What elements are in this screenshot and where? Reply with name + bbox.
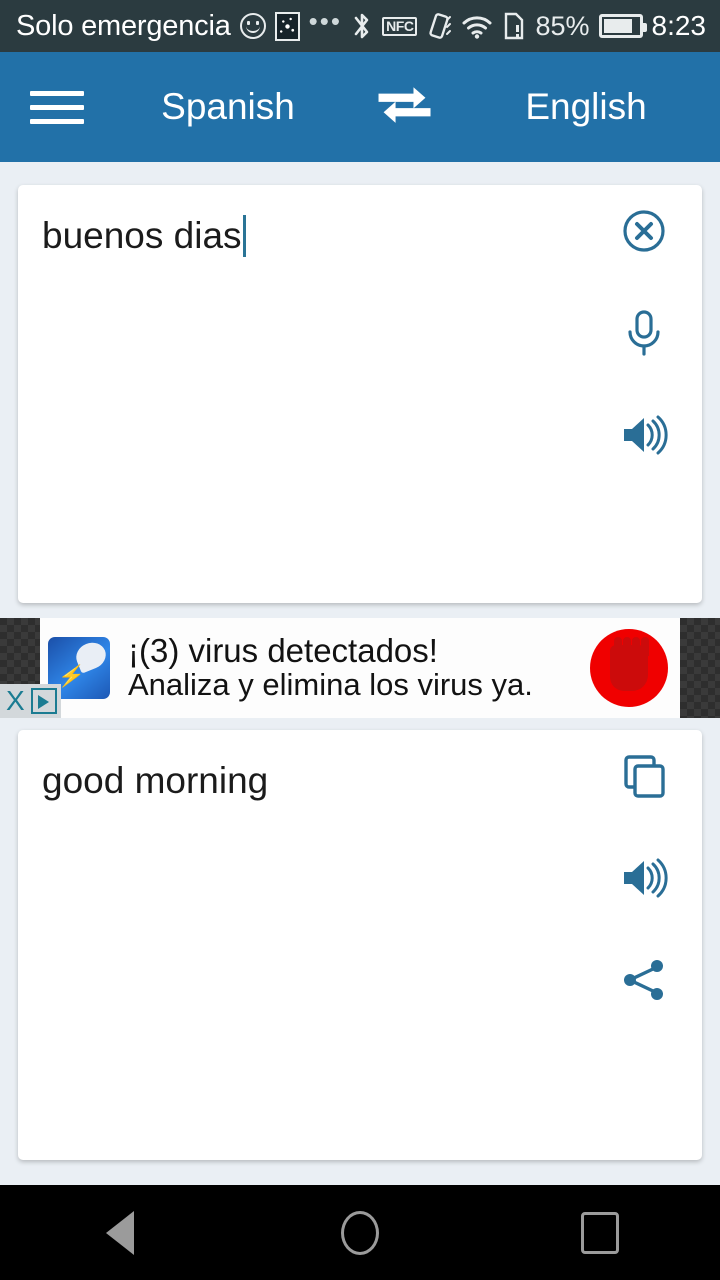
translation-text: good morning — [42, 760, 269, 801]
ad-choices-bar[interactable]: X — [0, 684, 61, 718]
battery-icon — [598, 14, 647, 38]
microphone-icon[interactable] — [614, 303, 674, 363]
nav-back-button[interactable] — [60, 1185, 180, 1280]
result-actions — [606, 746, 682, 1010]
copy-icon[interactable] — [614, 746, 674, 806]
nav-home-button[interactable] — [300, 1185, 420, 1280]
ad-edge-right — [680, 618, 720, 718]
target-language-button[interactable]: English — [452, 86, 720, 128]
clock-label: 8:23 — [651, 10, 707, 41]
speaker-icon[interactable] — [614, 848, 674, 908]
smiley-icon — [239, 13, 266, 39]
status-bar: Solo emergencia ••• NFC 85% 8:23 — [0, 0, 720, 52]
share-icon[interactable] — [614, 950, 674, 1010]
vibrate-icon — [426, 11, 452, 41]
wifi-icon — [461, 12, 493, 40]
ad-banner[interactable]: ⚡ ¡(3) virus detectados! Analiza y elimi… — [0, 618, 720, 718]
more-dots-icon: ••• — [308, 6, 342, 36]
nav-recents-button[interactable] — [540, 1185, 660, 1280]
source-actions — [606, 201, 682, 465]
source-text-value: buenos dias — [42, 215, 242, 256]
android-nav-bar — [0, 1185, 720, 1280]
app-bar: Spanish English — [0, 52, 720, 162]
carrier-label: Solo emergencia — [16, 9, 231, 42]
phone-screen: Solo emergencia ••• NFC 85% 8:23 Spanish… — [0, 0, 720, 1280]
ad-copy: ¡(3) virus detectados! Analiza y elimina… — [110, 632, 590, 703]
adchoices-icon[interactable] — [30, 688, 57, 714]
ad-close-icon[interactable]: X — [0, 685, 31, 717]
translation-result-card[interactable]: good morning — [18, 730, 702, 1160]
source-language-button[interactable]: Spanish — [94, 86, 362, 128]
status-bar-right: NFC 85% 8:23 — [351, 10, 706, 42]
text-caret — [242, 215, 246, 257]
source-text-card[interactable]: buenos dias — [18, 185, 702, 603]
ad-headline: ¡(3) virus detectados! — [128, 632, 438, 670]
status-bar-left: Solo emergencia ••• — [16, 6, 351, 43]
battery-percent-label: 85% — [535, 10, 590, 41]
clear-icon[interactable] — [614, 201, 674, 261]
speaker-icon[interactable] — [614, 405, 674, 465]
photo-icon — [274, 11, 300, 41]
hamburger-menu-icon[interactable] — [30, 90, 84, 124]
ad-subtext: Analiza y elimina los virus ya. — [128, 667, 533, 703]
ad-content[interactable]: ⚡ ¡(3) virus detectados! Analiza y elimi… — [40, 618, 680, 718]
bluetooth-icon — [351, 11, 373, 41]
nfc-icon: NFC — [382, 16, 418, 36]
source-text-input[interactable]: buenos dias — [42, 213, 592, 259]
sim-alert-icon — [502, 11, 526, 41]
swap-languages-icon[interactable] — [362, 82, 452, 132]
red-stop-hand-icon — [590, 629, 668, 707]
